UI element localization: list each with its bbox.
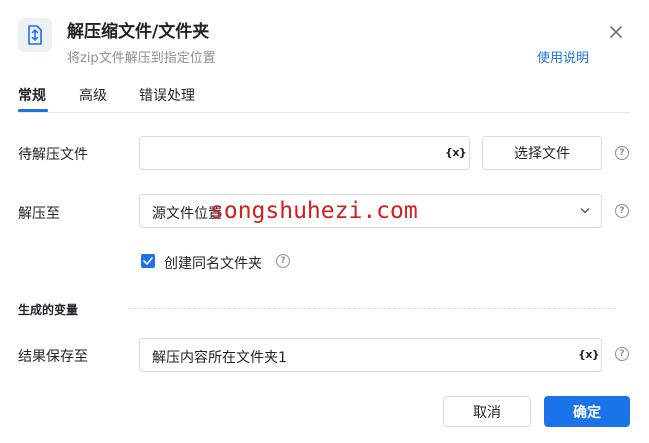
variable-icon[interactable]: {x}	[578, 348, 600, 361]
help-link[interactable]: 使用说明	[537, 47, 589, 66]
tab-general[interactable]: 常规	[18, 85, 48, 112]
tab-error-handling[interactable]: 错误处理	[139, 85, 195, 105]
tab-general-label: 常规	[18, 88, 46, 104]
dialog-title: 解压缩文件/文件夹	[67, 22, 210, 42]
create-folder-checkbox[interactable]	[141, 254, 155, 268]
active-tab-indicator	[18, 109, 48, 112]
check-icon	[143, 257, 153, 265]
source-file-input[interactable]: {x}	[139, 136, 470, 170]
dialog-subtitle: 将zip文件解压到指定位置	[67, 51, 216, 66]
close-button[interactable]	[606, 22, 626, 42]
result-save-input[interactable]: 解压内容所在文件夹1 {x}	[139, 338, 602, 372]
select-file-button[interactable]: 选择文件	[482, 136, 602, 170]
chevron-down-icon	[580, 208, 590, 214]
confirm-button[interactable]: 确定	[544, 396, 630, 427]
help-question-icon[interactable]: ?	[615, 204, 629, 218]
result-save-label: 结果保存至	[18, 349, 88, 365]
section-divider	[128, 308, 616, 309]
close-icon	[610, 26, 622, 38]
output-section-title: 生成的变量	[18, 303, 79, 317]
help-question-icon[interactable]: ?	[615, 146, 629, 160]
extract-to-label: 解压至	[18, 206, 60, 222]
help-question-icon[interactable]: ?	[615, 347, 629, 361]
result-save-value: 解压内容所在文件夹1	[152, 350, 287, 366]
help-question-icon[interactable]: ?	[276, 254, 290, 268]
variable-icon[interactable]: {x}	[445, 146, 467, 159]
cancel-button[interactable]: 取消	[443, 396, 531, 427]
create-folder-label: 创建同名文件夹	[164, 256, 262, 272]
unzip-app-icon	[18, 18, 52, 52]
extract-to-select[interactable]: 源文件位置	[139, 194, 602, 228]
tab-advanced[interactable]: 高级	[79, 85, 107, 105]
tab-bar: 常规 高级 错误处理	[18, 85, 630, 113]
extract-to-value: 源文件位置	[152, 206, 222, 222]
source-file-label: 待解压文件	[18, 147, 88, 163]
